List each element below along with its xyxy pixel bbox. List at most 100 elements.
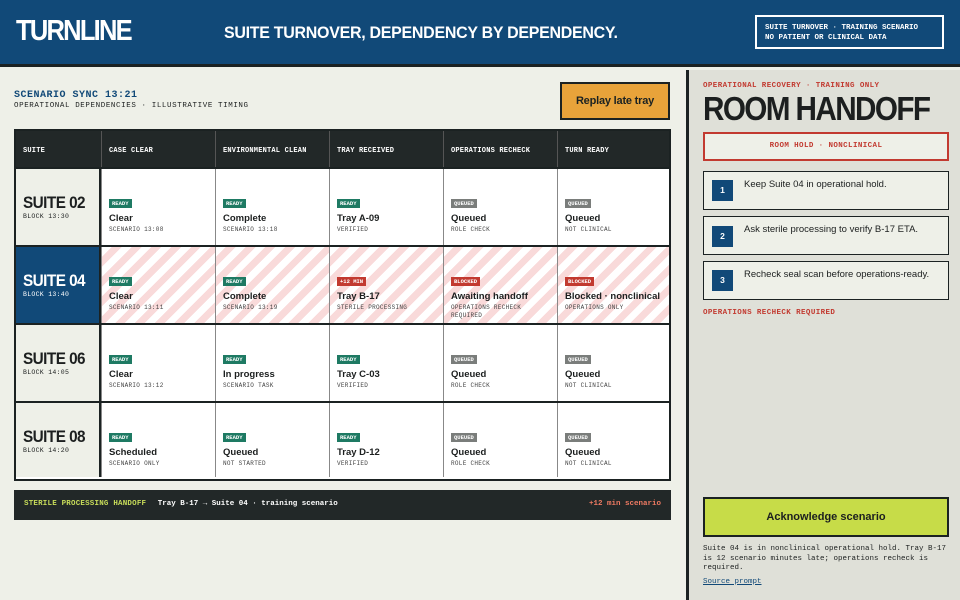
cell-detail: ROLE CHECK [451,382,491,389]
status-badge: READY [223,433,246,442]
cell-status: Queued [565,447,601,458]
dependency-cell: READY Scheduled SCENARIO ONLY [101,403,215,477]
suite-row[interactable]: SUITE 02 BLOCK 13:30 READY Clear SCENARIO 13… [16,167,669,245]
dependency-cell: QUEUED Queued NOT CLINICAL [557,325,669,401]
dependency-grid: SUITE CASE CLEAR ENVIRONMENTAL CLEAN TRA… [14,129,671,481]
training-scenario-notice: SUITE TURNOVER · TRAINING SCENARIO NO PA… [755,15,944,49]
suite-row[interactable]: SUITE 06 BLOCK 14:05 READY Clear SCENARIO 13… [16,323,669,401]
handoff-label: STERILE PROCESSING HANDOFF [24,500,147,508]
dependency-cell: READY In progress SCENARIO TASK [215,325,329,401]
cell-detail: SCENARIO 13:12 [109,382,164,389]
suite-row[interactable]: SUITE 08 BLOCK 14:20 READY Scheduled SCENARI… [16,401,669,477]
side-kicker: OPERATIONAL RECOVERY · TRAINING ONLY [703,82,880,90]
status-badge: QUEUED [565,355,591,364]
cell-detail: NOT STARTED [223,460,266,467]
column-header-operations-recheck: OPERATIONS RECHECK [443,131,557,169]
room-hold-badge: ROOM HOLD · NONCLINICAL [703,132,949,161]
cell-status: Blocked · nonclinical [565,291,661,302]
cell-detail: SCENARIO 13:18 [223,226,278,233]
cell-status: Complete [223,291,267,302]
status-badge: READY [109,277,132,286]
column-header-case-clear: CASE CLEAR [101,131,215,169]
suite-label: SUITE 04 BLOCK 13:40 [16,247,101,323]
cell-detail: OPERATIONS ONLY [565,304,624,311]
step-number: 3 [712,270,733,291]
top-bar: TURNLINE SUITE TURNOVER, DEPENDENCY BY D… [0,0,960,67]
cell-detail: VERIFIED [337,460,369,467]
suite-label: SUITE 06 BLOCK 14:05 [16,325,101,401]
cell-detail: SCENARIO 13:19 [223,304,278,311]
status-badge: QUEUED [451,433,477,442]
column-header-suite: SUITE [16,131,101,169]
cell-detail: NOT CLINICAL [565,382,612,389]
operations-recheck-warning: OPERATIONS RECHECK REQUIRED [703,309,836,317]
source-prompt-link[interactable]: Source prompt [703,578,762,586]
scenario-sync-subtitle: OPERATIONAL DEPENDENCIES · ILLUSTRATIVE … [14,102,249,110]
cell-detail: SCENARIO 13:08 [109,226,164,233]
app-logo: TURNLINE [16,15,133,47]
status-badge: READY [109,355,132,364]
suite-name: SUITE 08 [23,427,86,446]
status-badge: READY [223,277,246,286]
cell-status: Scheduled [109,447,158,458]
column-header-environmental-clean: ENVIRONMENTAL CLEAN [215,131,329,169]
status-badge: QUEUED [565,199,591,208]
status-badge: QUEUED [451,355,477,364]
side-title: ROOM HANDOFF [703,90,931,127]
page-headline: SUITE TURNOVER, DEPENDENCY BY DEPENDENCY… [224,23,618,42]
room-handoff-panel: OPERATIONAL RECOVERY · TRAINING ONLY ROO… [686,70,960,600]
cell-detail: VERIFIED [337,226,369,233]
handoff-text: Tray B-17 → Suite 04 · training scenario [157,500,338,508]
acknowledge-scenario-button[interactable]: Acknowledge scenario [703,497,949,537]
suite-label: SUITE 02 BLOCK 13:30 [16,169,101,245]
cell-detail: SCENARIO TASK [223,382,274,389]
cell-status: Tray B-17 [337,291,380,302]
dependency-cell: READY Complete SCENARIO 13:19 [215,247,329,323]
suite-block-time: BLOCK 13:40 [23,291,70,298]
cell-status: Complete [223,213,267,224]
dependency-cell: QUEUED Queued NOT CLINICAL [557,169,669,245]
cell-status: In progress [223,369,275,380]
dependency-cell: READY Tray A-09 VERIFIED [329,169,443,245]
cell-status: Queued [451,369,487,380]
status-badge: QUEUED [451,199,477,208]
cell-detail: STERILE PROCESSING [337,304,408,311]
dependency-cell: READY Queued NOT STARTED [215,403,329,477]
dependency-cell: BLOCKED Blocked · nonclinical OPERATIONS O… [557,247,669,323]
cell-status: Queued [451,213,487,224]
step-text: Ask sterile processing to verify B-17 ET… [744,224,919,235]
handoff-step-2[interactable]: 2 Ask sterile processing to verify B-17 … [703,216,949,255]
cell-status: Queued [565,213,601,224]
sterile-processing-handoff-bar: STERILE PROCESSING HANDOFF Tray B-17 → S… [14,490,671,520]
suite-block-time: BLOCK 14:05 [23,369,70,376]
cell-status: Queued [565,369,601,380]
status-badge: READY [223,355,246,364]
suite-label: SUITE 08 BLOCK 14:20 [16,403,101,477]
cell-status: Queued [223,447,259,458]
handoff-step-1[interactable]: 1 Keep Suite 04 in operational hold. [703,171,949,210]
step-text: Keep Suite 04 in operational hold. [744,179,887,190]
handoff-summary: Suite 04 is in nonclinical operational h… [703,545,947,572]
cell-status: Clear [109,369,133,380]
suite-block-time: BLOCK 13:30 [23,213,70,220]
suite-row[interactable]: SUITE 04 BLOCK 13:40 READY Clear SCENARIO 13… [16,245,669,323]
cell-status: Clear [109,291,133,302]
handoff-late-indicator: +12 min scenario [588,500,661,508]
cell-status: Queued [451,447,487,458]
cell-status: Tray D-12 [337,447,380,458]
dependency-cell: QUEUED Queued ROLE CHECK [443,169,557,245]
status-badge: BLOCKED [451,277,481,286]
replay-late-tray-button[interactable]: Replay late tray [560,82,670,120]
dependency-cell: READY Clear SCENARIO 13:08 [101,169,215,245]
handoff-step-3[interactable]: 3 Recheck seal scan before operations-re… [703,261,949,300]
status-badge: READY [337,199,360,208]
cell-status: Clear [109,213,133,224]
status-badge: READY [109,433,132,442]
dependency-cell: READY Tray D-12 VERIFIED [329,403,443,477]
dependency-cell: QUEUED Queued ROLE CHECK [443,325,557,401]
cell-detail: NOT CLINICAL [565,226,612,233]
dependency-cell: BLOCKED Awaiting handoff OPERATIONS RECHEC… [443,247,557,323]
cell-detail: VERIFIED [337,382,369,389]
dependency-cell: READY Complete SCENARIO 13:18 [215,169,329,245]
step-text: Recheck seal scan before operations-read… [744,269,930,280]
